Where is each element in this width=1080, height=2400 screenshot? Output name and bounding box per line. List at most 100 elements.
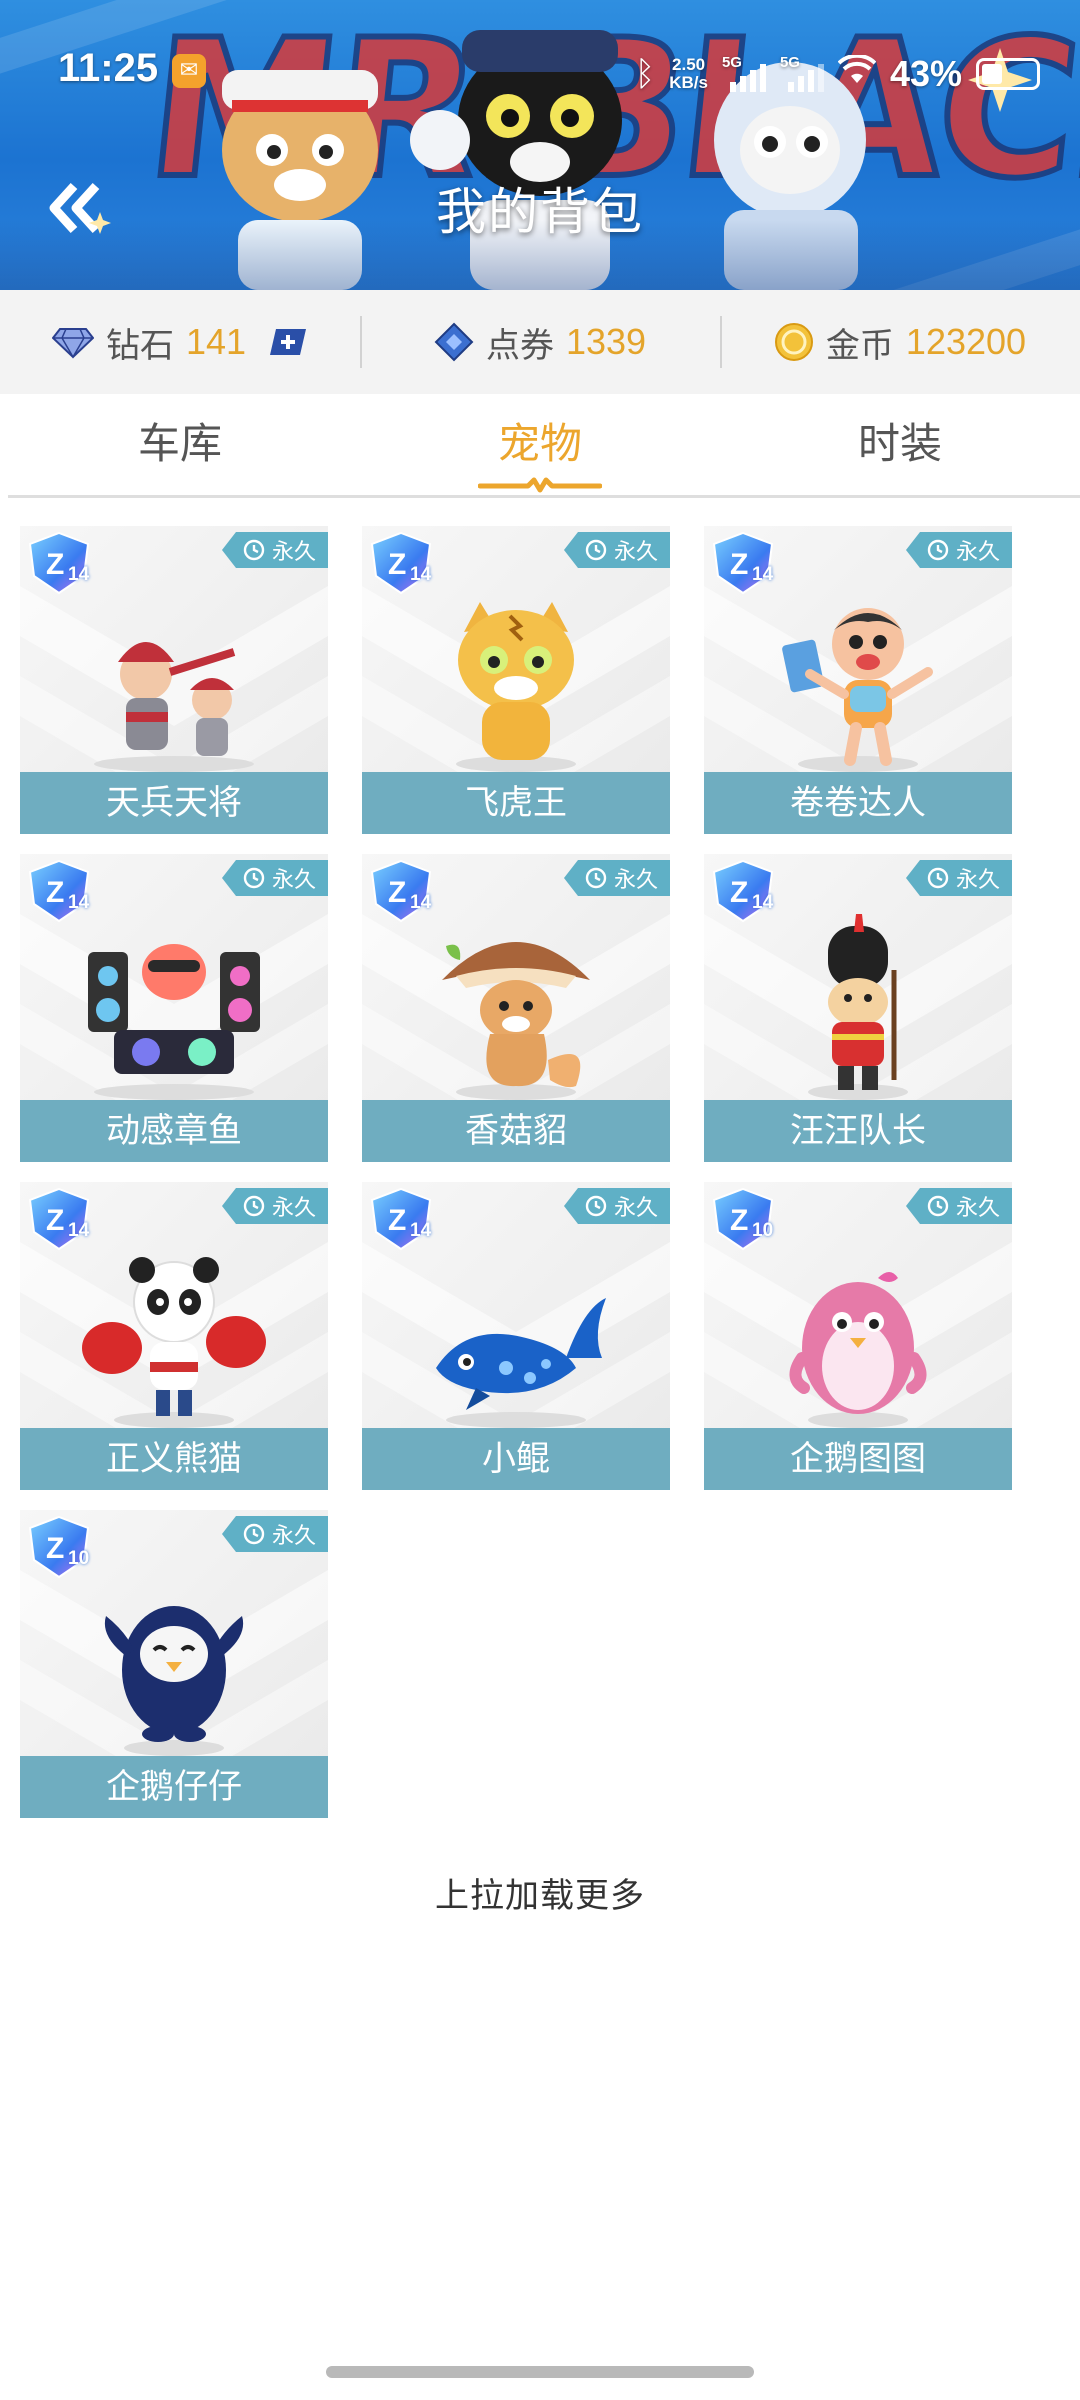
currency-diamond: 钻石 141	[0, 290, 360, 394]
level-shield-icon: Z	[712, 859, 774, 923]
level-badge: Z 14	[708, 858, 778, 924]
diamond-label: 钻石	[105, 325, 174, 366]
screen: { "status_bar": { "time": "11:25", "netw…	[0, 0, 1080, 2400]
duration-tag: 永久	[563, 860, 670, 896]
svg-text:Z: Z	[730, 548, 748, 581]
currency-coin: 金币 123200	[720, 290, 1080, 394]
pet-card[interactable]: Z 14 永久 小鲲	[362, 1182, 670, 1490]
tab-fashion[interactable]: 时装	[720, 394, 1080, 498]
tab-pets[interactable]: 宠物	[360, 394, 720, 498]
diamond-value: 141	[185, 321, 247, 362]
pet-level: 10	[68, 1548, 90, 1569]
pet-card[interactable]: Z 14 永久 正义熊猫	[20, 1182, 328, 1490]
pet-level: 14	[68, 564, 90, 585]
svg-text:Z: Z	[46, 548, 64, 581]
pet-duration: 永久	[613, 1196, 658, 1221]
active-tab-indicator	[478, 477, 602, 493]
level-badge: Z 14	[24, 530, 94, 596]
pet-duration: 永久	[955, 540, 1000, 565]
tab-pets-label: 宠物	[497, 419, 582, 468]
level-shield-icon: Z	[712, 531, 774, 595]
signal-icon-1: 5G	[722, 54, 766, 94]
level-shield-icon: Z	[370, 859, 432, 923]
coupon-label: 点券	[485, 325, 554, 366]
network-speed: 2.50 KB/s	[669, 56, 708, 92]
pet-image	[442, 942, 590, 1100]
svg-text:Z: Z	[388, 876, 406, 909]
pet-duration: 永久	[271, 868, 316, 893]
pet-level: 14	[752, 564, 774, 585]
home-indicator[interactable]	[326, 2366, 754, 2378]
pet-image	[782, 608, 933, 772]
status-bar: 11:25 ✉ ᛒ 2.50 KB/s 5G 5G 43%	[0, 40, 1080, 110]
bluetooth-icon: ᛒ	[634, 54, 656, 94]
clock-icon	[243, 867, 265, 889]
tab-garage[interactable]: 车库	[0, 394, 360, 498]
pet-name: 香菇貂	[362, 1100, 670, 1162]
add-diamond-button[interactable]	[268, 327, 308, 357]
header-banner: MR.BLACK	[0, 0, 1080, 290]
load-more-hint: 上拉加载更多	[435, 1876, 645, 1916]
coupon-value: 1339	[565, 321, 647, 362]
pet-card[interactable]: Z 10 永久 企鹅图图	[704, 1182, 1012, 1490]
wifi-icon	[837, 53, 877, 94]
clock-icon	[927, 867, 949, 889]
pet-card[interactable]: Z 14 永久 动感章鱼	[20, 854, 328, 1162]
signal-2-label: 5G	[779, 54, 800, 71]
pet-card[interactable]: Z 14 永久 卷卷达人	[704, 526, 1012, 834]
currency-coupon: 点券 1339	[360, 290, 720, 394]
pet-card[interactable]: Z 14 永久 天兵天将	[20, 526, 328, 834]
duration-tag: 永久	[221, 1516, 328, 1552]
pet-name: 汪汪队长	[704, 1100, 1012, 1162]
pet-name: 动感章鱼	[20, 1100, 328, 1162]
level-badge: Z 14	[24, 858, 94, 924]
pet-level: 10	[752, 1220, 774, 1241]
pet-name: 企鹅图图	[704, 1428, 1012, 1490]
pet-card[interactable]: Z 14 永久 飞虎王	[362, 526, 670, 834]
pet-image	[104, 1606, 244, 1756]
signal-1-label: 5G	[721, 54, 742, 71]
pet-image	[456, 602, 576, 772]
pet-image	[88, 944, 260, 1100]
pet-name: 天兵天将	[20, 772, 328, 834]
level-badge: Z 14	[366, 858, 436, 924]
duration-tag: 永久	[221, 532, 328, 568]
duration-tag: 永久	[563, 532, 670, 568]
svg-text:Z: Z	[730, 1204, 748, 1237]
duration-tag: 永久	[221, 1188, 328, 1224]
currency-bar: 钻石 141 点券 1339 金币 123200	[0, 290, 1080, 394]
clock-icon	[243, 539, 265, 561]
battery-icon	[976, 58, 1040, 90]
coin-label: 金币	[825, 325, 894, 366]
coin-value: 123200	[905, 321, 1027, 362]
level-shield-icon: Z	[28, 1515, 90, 1579]
pet-duration: 永久	[271, 1196, 316, 1221]
pet-level: 14	[410, 892, 432, 913]
diamond-icon	[51, 328, 94, 359]
svg-text:Z: Z	[388, 1204, 406, 1237]
level-badge: Z 14	[366, 530, 436, 596]
network-speed-unit: KB/s	[669, 73, 708, 92]
svg-text:Z: Z	[46, 1204, 64, 1237]
pet-duration: 永久	[955, 868, 1000, 893]
level-shield-icon: Z	[712, 1187, 774, 1251]
pet-image	[789, 1272, 927, 1428]
duration-tag: 永久	[905, 1188, 1012, 1224]
clock-icon	[927, 539, 949, 561]
svg-text:Z: Z	[46, 876, 64, 909]
pet-card[interactable]: Z 14 永久 汪汪队长	[704, 854, 1012, 1162]
pet-card[interactable]: Z 10 永久 企鹅仔仔	[20, 1510, 328, 1818]
level-badge: Z 10	[708, 1186, 778, 1252]
pet-duration: 永久	[271, 540, 316, 565]
level-shield-icon: Z	[28, 859, 90, 923]
pet-card[interactable]: Z 14 永久 香菇貂	[362, 854, 670, 1162]
level-badge: Z 10	[24, 1514, 94, 1580]
pet-image	[82, 1257, 266, 1428]
pet-image	[94, 642, 254, 772]
duration-tag: 永久	[905, 532, 1012, 568]
signal-icon-2: 5G	[780, 54, 824, 94]
pet-duration: 永久	[613, 540, 658, 565]
level-badge: Z 14	[24, 1186, 94, 1252]
level-shield-icon: Z	[28, 531, 90, 595]
pet-level: 14	[410, 1220, 432, 1241]
